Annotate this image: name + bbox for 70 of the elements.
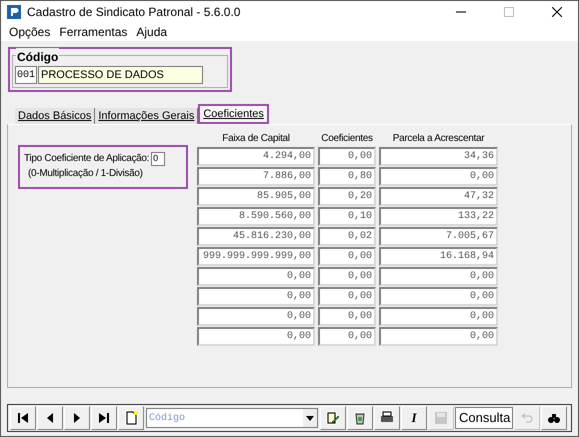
value-field[interactable]: 0,00	[197, 307, 315, 326]
menu-item[interactable]: Ajuda	[136, 23, 168, 41]
field-label: Tipo Coeficiente de Aplicação:	[24, 152, 150, 166]
value-field[interactable]: 34,36	[379, 147, 498, 166]
new-document-icon	[124, 411, 138, 425]
mode-field: Consulta	[455, 407, 513, 429]
trash-bin-icon	[353, 411, 367, 425]
save-icon	[434, 411, 448, 425]
value-field[interactable]: 7.886,00	[197, 167, 315, 186]
menu-item[interactable]: Ferramentas	[59, 23, 128, 41]
next-button[interactable]	[64, 406, 90, 430]
tab[interactable]: Coeficientes	[198, 104, 269, 124]
first-button[interactable]	[10, 406, 36, 430]
search-field[interactable]: Código	[147, 410, 303, 426]
value-field[interactable]: 16.168,94	[379, 247, 498, 266]
close-icon[interactable]	[552, 7, 562, 17]
value-field[interactable]: 4.294,00	[197, 147, 315, 166]
value-field[interactable]: 999.999.999.999,00	[197, 247, 315, 266]
tab[interactable]: Informações Gerais	[95, 108, 198, 124]
skip-last-icon	[97, 411, 111, 425]
column-header: Parcela a Acrescentar	[392, 132, 486, 146]
value-field[interactable]: 0,00	[379, 167, 498, 186]
name-field[interactable]: PROCESSO DE DADOS	[38, 66, 204, 84]
value-field[interactable]: 0,80	[318, 167, 376, 186]
document-pencil-icon	[326, 411, 340, 425]
value-field[interactable]: 45.816.230,00	[197, 227, 315, 246]
value-field[interactable]: 0,00	[197, 327, 315, 346]
value-field[interactable]: 0,00	[318, 287, 376, 306]
value-field[interactable]: 0,00	[318, 327, 376, 346]
value-field[interactable]: 0,00	[318, 267, 376, 286]
field-hint: (0-Multiplicação / 1-Divisão)	[27, 167, 144, 181]
value-field[interactable]: 0,00	[379, 307, 498, 326]
tab[interactable]: Dados Básicos	[15, 108, 96, 124]
printer-icon	[380, 411, 394, 425]
value-field[interactable]: 85.905,00	[197, 187, 315, 206]
value-field[interactable]: 0,10	[318, 207, 376, 226]
italic-button[interactable]: I	[401, 406, 427, 430]
search-combo[interactable]: Código	[146, 408, 318, 428]
value-field[interactable]: 0,00	[318, 307, 376, 326]
value-field[interactable]: 8.590.560,00	[197, 207, 315, 226]
recycle-button[interactable]	[347, 406, 373, 430]
find-button[interactable]	[541, 406, 567, 430]
group-label: Código	[16, 48, 60, 66]
print-button[interactable]	[374, 406, 400, 430]
value-field[interactable]: 0,00	[318, 247, 376, 266]
skip-first-icon	[16, 411, 30, 425]
value-field[interactable]: 0,00	[318, 147, 376, 166]
value-field[interactable]: 0,00	[197, 287, 315, 306]
last-button[interactable]	[91, 406, 117, 430]
value-field[interactable]: 0,02	[318, 227, 376, 246]
value-field[interactable]: 0,20	[318, 187, 376, 206]
menu-item[interactable]: Opções	[9, 23, 50, 41]
binoculars-icon	[547, 411, 561, 425]
edit-button[interactable]	[320, 406, 346, 430]
column-header: Faixa de Capital	[221, 132, 291, 146]
value-field[interactable]: 47,32	[379, 187, 498, 206]
value-field[interactable]: 0,00	[197, 267, 315, 286]
value-field[interactable]: 133,22	[379, 207, 498, 226]
prev-button[interactable]	[37, 406, 63, 430]
value-field[interactable]: 0,00	[379, 267, 498, 286]
value-field[interactable]: 0,00	[379, 287, 498, 306]
app-logo-icon	[7, 5, 21, 19]
new-button[interactable]	[118, 406, 144, 430]
value-field[interactable]: 0,00	[379, 327, 498, 346]
type-field[interactable]: 0	[151, 152, 166, 166]
column-header: Coeficientes	[320, 132, 374, 146]
code-field[interactable]: 001	[15, 66, 38, 84]
value-field[interactable]: 7.005,67	[379, 227, 498, 246]
undo-icon	[520, 411, 534, 425]
window-title: Cadastro de Sindicato Patronal - 5.6.0.0	[27, 4, 240, 21]
